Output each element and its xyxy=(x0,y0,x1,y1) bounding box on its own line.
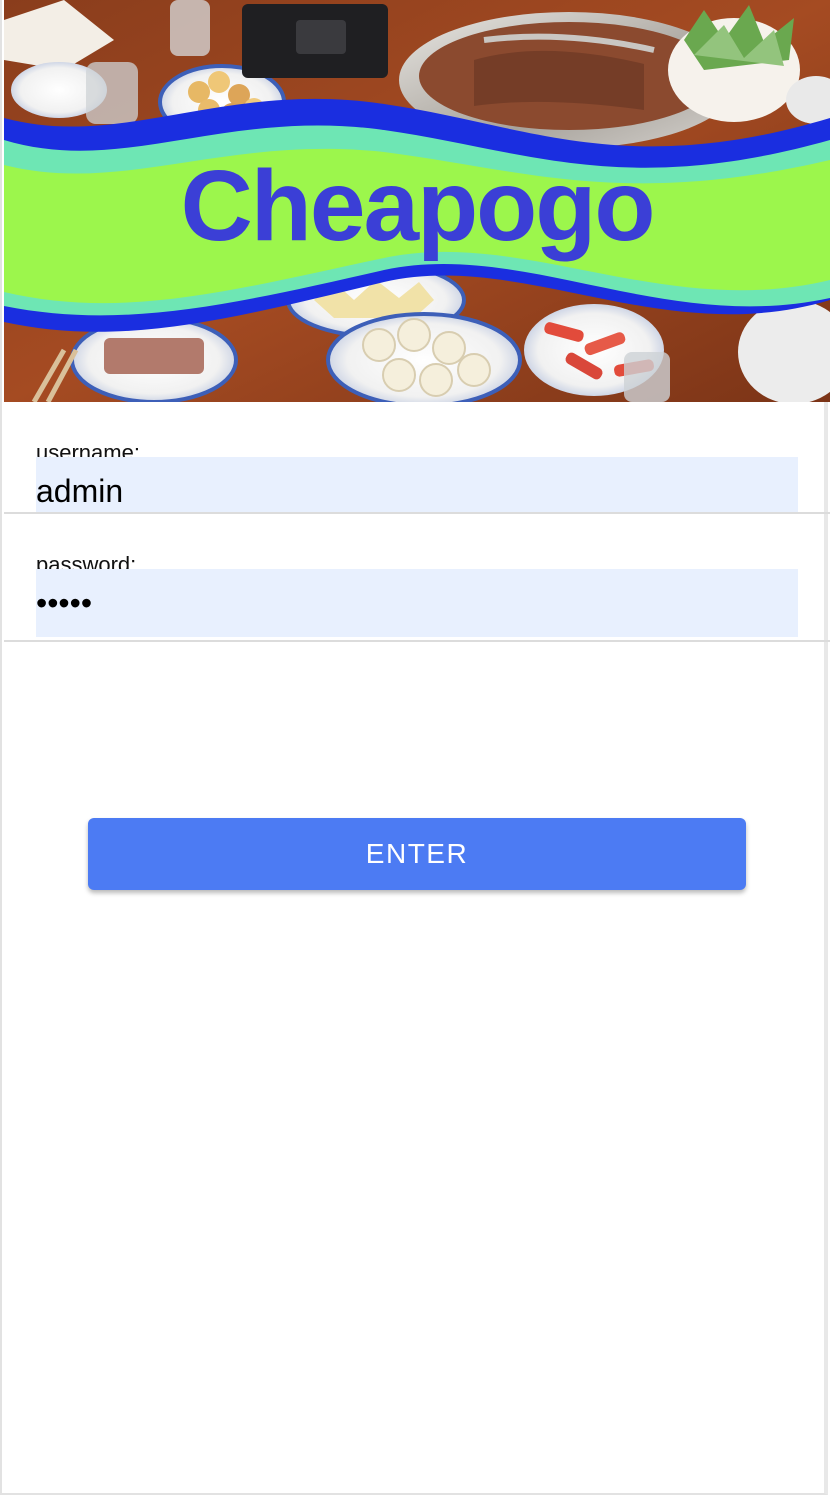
hero-photo: Cheapogo xyxy=(4,0,830,402)
app-logo-title: Cheapogo xyxy=(181,150,654,262)
password-row: password: xyxy=(4,514,830,642)
enter-button[interactable]: ENTER xyxy=(88,818,746,890)
username-row: username: xyxy=(4,402,830,514)
password-field[interactable] xyxy=(36,569,798,637)
header-banner: Cheapogo xyxy=(4,0,830,402)
login-screen: Cheapogo username: password: ENTER xyxy=(0,0,830,1495)
username-field[interactable] xyxy=(36,457,798,512)
